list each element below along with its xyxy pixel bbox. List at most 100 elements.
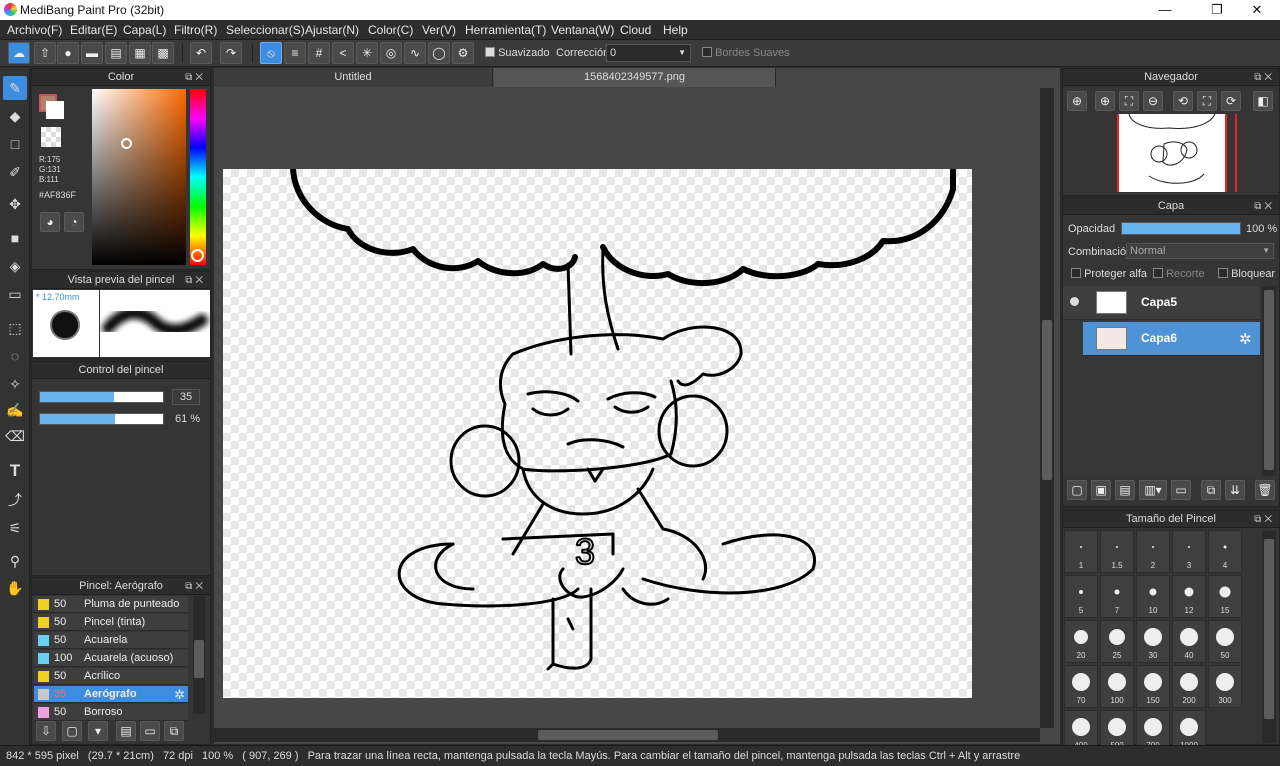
panel-controls[interactable]: ⧉✕ [185, 578, 206, 595]
protect-alpha-checkbox[interactable]: Proteger alfa [1071, 268, 1147, 280]
brush-list-item[interactable]: 100 Acuarela (acuoso) [34, 650, 188, 667]
panel-controls[interactable]: ⧉✕ [185, 69, 206, 86]
concentric-snap-icon[interactable]: ◎ [380, 42, 402, 64]
horizontal-scroll-thumb[interactable] [538, 730, 718, 740]
visibility-icon[interactable] [1070, 297, 1079, 306]
menu-herramienta[interactable]: Herramienta(T) [465, 23, 546, 37]
operation-tool-icon[interactable]: ⤴ [3, 488, 27, 512]
brush-options-icon[interactable]: ▾ [88, 721, 108, 741]
zoom-fit-icon[interactable]: ⊕ [1095, 91, 1115, 111]
brush-size-cell[interactable]: 20 [1064, 620, 1098, 663]
layer-opacity-slider[interactable] [1121, 222, 1241, 235]
lasso-icon[interactable]: ◌ [3, 344, 27, 368]
add-layer-dropdown-icon[interactable]: ▥▾ [1139, 480, 1167, 500]
menu-ver[interactable]: Ver(V) [422, 23, 456, 37]
brush-list-item[interactable]: 50 Acrílico [34, 668, 188, 685]
brush-size-cell[interactable]: 1 [1064, 530, 1098, 573]
brush-size-scrollbar[interactable] [1262, 531, 1276, 743]
menu-capa[interactable]: Capa(L) [123, 23, 166, 37]
panel-controls[interactable]: ⧉✕ [1254, 69, 1275, 86]
radial-snap-icon[interactable]: ✳ [356, 42, 378, 64]
menu-ajustar[interactable]: Ajustar(N) [305, 23, 359, 37]
menu-filtro[interactable]: Filtro(R) [174, 23, 217, 37]
brush-size-cell[interactable]: 10 [1136, 575, 1170, 618]
brush-list-item[interactable]: 35 Aerógrafo ✲ [34, 686, 188, 703]
hue-slider[interactable] [190, 89, 206, 265]
brush-size-cell[interactable]: 70 [1064, 665, 1098, 708]
brush-settings-icon[interactable]: ✲ [174, 686, 185, 703]
palette-icon[interactable]: ◕ [40, 212, 60, 232]
soft-edges-check[interactable] [702, 47, 712, 57]
zoom-in-icon[interactable]: ⊕ [1067, 91, 1087, 111]
brush-size-cell[interactable]: 7 [1100, 575, 1134, 618]
blend-mode-select[interactable]: Normal ▼ [1126, 243, 1274, 259]
smoothing-check[interactable] [485, 47, 495, 57]
move-tool-icon[interactable]: ✥ [3, 192, 27, 216]
layer-settings-icon[interactable]: ✲ [1239, 330, 1252, 348]
ellipse-snap-icon[interactable]: ◯ [428, 42, 450, 64]
layer-folder-icon[interactable]: ▭ [1171, 480, 1191, 500]
new-layer-icon[interactable]: ▢ [1067, 480, 1087, 500]
cloud-icon[interactable]: ☁ [8, 42, 30, 64]
perspective-snap-icon[interactable]: < [332, 42, 354, 64]
panel-controls[interactable]: ⧉✕ [1254, 198, 1275, 215]
hue-handle[interactable] [191, 249, 204, 262]
close-button[interactable]: ✕ [1234, 0, 1280, 20]
blur-brush-icon[interactable]: ✐ [3, 160, 27, 184]
grid-snap-icon[interactable]: # [308, 42, 330, 64]
select-rect-icon[interactable]: ⬚ [3, 316, 27, 340]
divide-tool-icon[interactable]: ⚟ [3, 516, 27, 540]
tab-untitled[interactable]: Untitled [214, 68, 493, 87]
color-settings-icon[interactable]: ◔ [64, 212, 84, 232]
duplicate-layer-icon[interactable]: ⧉ [1201, 480, 1221, 500]
menu-help[interactable]: Help [663, 23, 688, 37]
brush-size-cell[interactable]: 3 [1172, 530, 1206, 573]
menu-editar[interactable]: Editar(E) [70, 23, 117, 37]
brush-list-scroll-thumb[interactable] [194, 640, 204, 678]
snap-off-icon[interactable]: ⦸ [260, 42, 282, 64]
correction-select[interactable]: 0 ▼ [606, 44, 691, 62]
minimize-button[interactable]: — [1142, 0, 1188, 20]
brush-list-item[interactable]: 50 Acuarela [34, 632, 188, 649]
brush-size-slider[interactable] [39, 391, 164, 403]
magic-wand-icon[interactable]: ✧ [3, 372, 27, 396]
brush-size-value[interactable]: 35 [172, 389, 200, 405]
brush-size-cell[interactable]: 1000 [1172, 710, 1206, 745]
text-tool-icon[interactable]: T [3, 459, 27, 483]
hand-tool-icon[interactable]: ✋ [3, 576, 27, 600]
snap-settings-icon[interactable]: ⚙ [452, 42, 474, 64]
menu-ventana[interactable]: Ventana(W) [551, 23, 614, 37]
new-1bit-layer-icon[interactable]: ▤ [1115, 480, 1135, 500]
vertical-scroll-thumb[interactable] [1042, 320, 1052, 480]
layer-scroll-thumb[interactable] [1264, 290, 1274, 470]
menu-color[interactable]: Color(C) [368, 23, 413, 37]
tab-image[interactable]: 1568402349577.png [494, 68, 776, 87]
brush-size-cell[interactable]: 500 [1100, 710, 1134, 745]
brush-size-cell[interactable]: 30 [1136, 620, 1170, 663]
layer-row-capa6[interactable]: Capa6 ✲ [1083, 322, 1260, 356]
gradient-tool-icon[interactable]: ▭ [3, 282, 27, 306]
brush-tool-icon[interactable]: ✎ [3, 76, 27, 100]
undo-icon[interactable]: ↶ [190, 42, 212, 64]
brush-cloud-icon[interactable]: ⇩ [36, 721, 56, 741]
brush-list-item[interactable]: 50 Pincel (tinta) [34, 614, 188, 631]
canvas-vertical-scrollbar[interactable] [1040, 88, 1054, 728]
saturation-value-picker[interactable] [92, 89, 186, 265]
rotate-left-icon[interactable]: ⟲ [1173, 91, 1193, 111]
shape-tool-icon[interactable]: ■ [3, 226, 27, 250]
transparent-color-swatch[interactable] [41, 127, 61, 147]
lock-check[interactable] [1218, 268, 1228, 278]
clip-check[interactable] [1153, 268, 1163, 278]
new-halftone-layer-icon[interactable]: ▣ [1091, 480, 1111, 500]
duplicate-brush-icon[interactable]: ⧉ [164, 721, 184, 741]
brush-size-cell[interactable]: 150 [1136, 665, 1170, 708]
curve-snap-icon[interactable]: ∿ [404, 42, 426, 64]
fill-bucket-icon[interactable]: ◈ [3, 254, 27, 278]
brush-size-cell[interactable]: 50 [1208, 620, 1242, 663]
comment-icon[interactable]: ● [57, 42, 79, 64]
navigator-thumbnail[interactable] [1117, 113, 1227, 192]
layer-row-capa5[interactable]: Capa5 [1063, 286, 1259, 320]
brush-size-cell[interactable]: 5 [1064, 575, 1098, 618]
layer-list-scrollbar[interactable] [1262, 286, 1276, 476]
clip-checkbox[interactable]: Recorte [1153, 268, 1205, 280]
